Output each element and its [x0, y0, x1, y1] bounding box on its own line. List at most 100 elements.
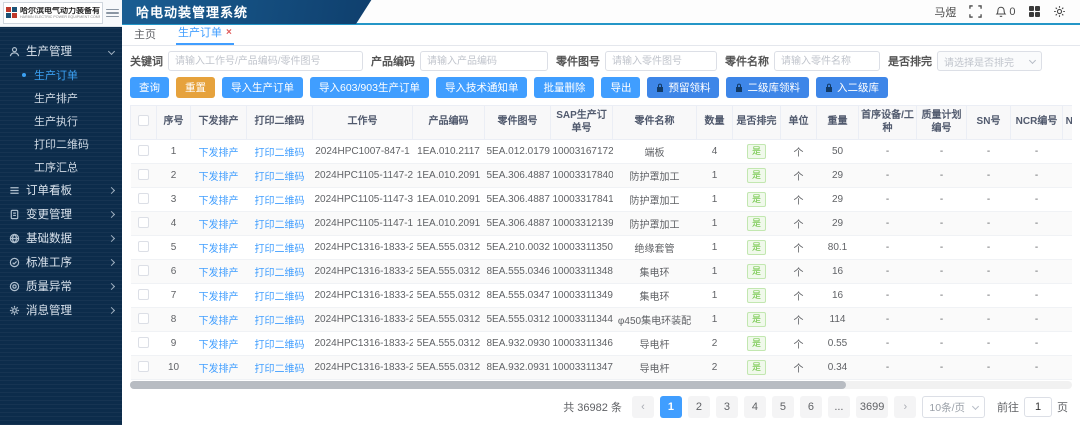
export-button[interactable]: 导出 — [601, 77, 640, 98]
sidebar-item-production-scheduling[interactable]: 生产排产 — [0, 86, 122, 109]
dispatch-link[interactable]: 下发排产 — [199, 220, 239, 231]
sidebar-item-quality-exception[interactable]: 质量异常 — [0, 274, 122, 298]
dispatch-link[interactable]: 下发排产 — [199, 148, 239, 159]
quality-plan-cell: - — [917, 188, 967, 212]
sidebar-item-production-management[interactable]: 生产管理 — [0, 39, 122, 63]
page-button[interactable]: 4 — [744, 396, 766, 418]
reserve-pick-button[interactable]: 预留领料 — [647, 77, 719, 98]
page-size-select[interactable]: 10条/页 — [922, 396, 985, 418]
dispatch-cell: 下发排产 — [191, 140, 247, 164]
dispatch-link[interactable]: 下发排产 — [199, 196, 239, 207]
horizontal-scrollbar[interactable] — [130, 381, 1072, 389]
print-qr-link[interactable]: 打印二维码 — [255, 268, 305, 279]
tab-home[interactable]: 主页 — [132, 23, 158, 45]
print-qr-link[interactable]: 打印二维码 — [255, 196, 305, 207]
sidebar-item-print-qrcode[interactable]: 打印二维码 — [0, 132, 122, 155]
import-603-903-order-button[interactable]: 导入603/903生产订单 — [310, 77, 429, 98]
part-drawing-cell: 8EA.932.0930 — [485, 332, 551, 356]
prev-page-button[interactable]: ‹ — [632, 396, 654, 418]
print-qr-link[interactable]: 打印二维码 — [255, 220, 305, 231]
row-checkbox[interactable] — [138, 217, 149, 228]
dispatch-link[interactable]: 下发排产 — [199, 268, 239, 279]
sap-order-cell: 10003311348 — [551, 260, 613, 284]
row-checkbox[interactable] — [138, 361, 149, 372]
print-qr-link[interactable]: 打印二维码 — [255, 148, 305, 159]
print-qr-link[interactable]: 打印二维码 — [255, 244, 305, 255]
import-production-order-button[interactable]: 导入生产订单 — [222, 77, 303, 98]
fullscreen-icon[interactable] — [969, 5, 982, 18]
lock-icon — [735, 83, 743, 92]
qty-cell: 2 — [697, 356, 733, 380]
secondary-warehouse-pick-button[interactable]: 二级库领料 — [726, 77, 809, 98]
row-checkbox[interactable] — [138, 289, 149, 300]
product-code-cell: 1EA.010.2091 — [413, 188, 485, 212]
dispatch-link[interactable]: 下发排产 — [199, 316, 239, 327]
part-drawing-input[interactable] — [605, 51, 717, 71]
sidebar-item-process-summary[interactable]: 工序汇总 — [0, 155, 122, 178]
product-code-input[interactable] — [420, 51, 548, 71]
unit-cell: 个 — [781, 236, 817, 260]
print-qr-link[interactable]: 打印二维码 — [255, 172, 305, 183]
reset-button[interactable]: 重置 — [176, 77, 215, 98]
first-equipment-cell: - — [859, 212, 917, 236]
sidebar-item-message-management[interactable]: 消息管理 — [0, 298, 122, 322]
row-checkbox[interactable] — [138, 337, 149, 348]
target-icon — [8, 281, 20, 292]
scheduled-select[interactable]: 请选择是否排完 — [937, 51, 1042, 71]
dispatch-link[interactable]: 下发排产 — [199, 172, 239, 183]
print-qr-link[interactable]: 打印二维码 — [255, 340, 305, 351]
tab-close-icon[interactable]: × — [226, 27, 232, 38]
unit-cell: 个 — [781, 164, 817, 188]
page-button[interactable]: 5 — [772, 396, 794, 418]
page-button[interactable]: 6 — [800, 396, 822, 418]
keyword-input[interactable] — [168, 51, 363, 71]
row-checkbox[interactable] — [138, 241, 149, 252]
sidebar-item-production-execution[interactable]: 生产执行 — [0, 109, 122, 132]
scrollbar-thumb[interactable] — [130, 381, 846, 389]
page-button[interactable]: 3 — [716, 396, 738, 418]
gear-icon — [8, 305, 20, 316]
sidebar-item-order-board[interactable]: 订单看板 — [0, 178, 122, 202]
row-checkbox[interactable] — [138, 265, 149, 276]
part-name-input[interactable] — [774, 51, 880, 71]
next-page-button[interactable]: › — [894, 396, 916, 418]
apps-grid-icon[interactable] — [1029, 6, 1041, 18]
part-name-cell: 绝缘套管 — [613, 236, 697, 260]
import-tech-notice-button[interactable]: 导入技术通知单 — [436, 77, 528, 98]
weight-cell: 50 — [817, 140, 859, 164]
select-all-checkbox[interactable] — [138, 115, 149, 126]
into-secondary-warehouse-button[interactable]: 入二级库 — [816, 77, 888, 98]
print-qr-link[interactable]: 打印二维码 — [255, 316, 305, 327]
page-button[interactable]: 1 — [660, 396, 682, 418]
page-button[interactable]: 3699 — [856, 396, 888, 418]
dispatch-cell: 下发排产 — [191, 308, 247, 332]
sidebar-item-production-orders[interactable]: 生产订单 — [0, 63, 122, 86]
goto-page-input[interactable] — [1024, 397, 1052, 417]
row-checkbox[interactable] — [138, 145, 149, 156]
column-header: 打印二维码 — [247, 106, 313, 140]
notification-bell[interactable]: 0 — [995, 6, 1015, 18]
sidebar-item-basic-data[interactable]: 基础数据 — [0, 226, 122, 250]
dispatch-link[interactable]: 下发排产 — [199, 292, 239, 303]
batch-delete-button[interactable]: 批量删除 — [534, 77, 594, 98]
print-qr-link[interactable]: 打印二维码 — [255, 364, 305, 375]
row-checkbox[interactable] — [138, 313, 149, 324]
row-checkbox[interactable] — [138, 193, 149, 204]
dispatch-link[interactable]: 下发排产 — [199, 340, 239, 351]
search-button[interactable]: 查询 — [130, 77, 169, 98]
sidebar-item-change-management[interactable]: 变更管理 — [0, 202, 122, 226]
row-checkbox[interactable] — [138, 169, 149, 180]
sap-order-cell: 10003312139 — [551, 212, 613, 236]
seq-cell: 2 — [157, 164, 191, 188]
settings-gear-icon[interactable] — [1053, 5, 1066, 18]
ncr-no-cell: - — [1011, 356, 1063, 380]
sidebar-item-standard-process[interactable]: 标准工序 — [0, 250, 122, 274]
column-header: 质量计划编号 — [917, 106, 967, 140]
print-qr-link[interactable]: 打印二维码 — [255, 292, 305, 303]
dispatch-link[interactable]: 下发排产 — [199, 364, 239, 375]
sn-cell: - — [967, 260, 1011, 284]
user-name[interactable]: 马煜 — [934, 4, 956, 20]
dispatch-link[interactable]: 下发排产 — [199, 244, 239, 255]
sidebar-collapse-icon[interactable] — [106, 9, 119, 18]
page-button[interactable]: 2 — [688, 396, 710, 418]
